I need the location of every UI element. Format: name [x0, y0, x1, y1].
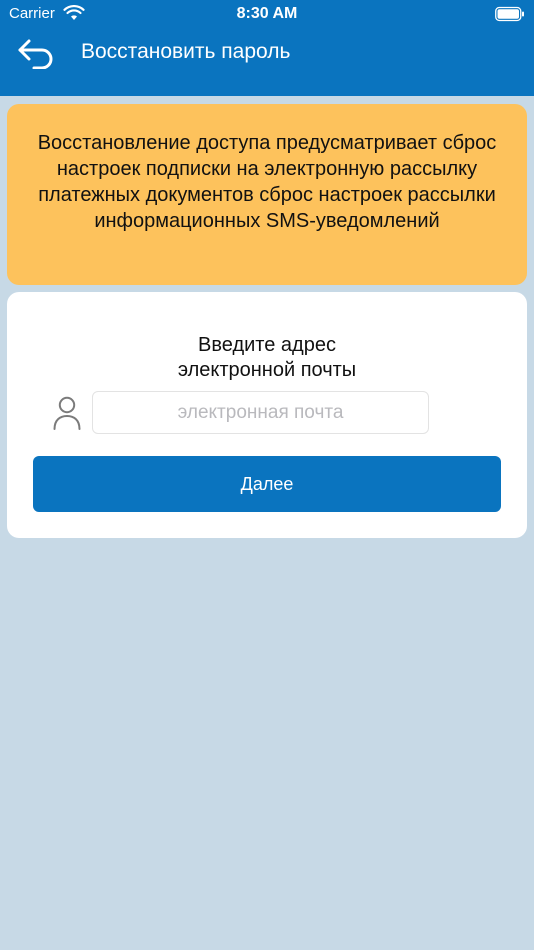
- back-arrow-icon: [18, 39, 53, 69]
- email-input[interactable]: [92, 391, 429, 434]
- prompt-line-2: электронной почты: [177, 359, 357, 381]
- status-bar: Carrier 8:30 AM: [0, 0, 534, 28]
- next-button[interactable]: Далее: [33, 456, 501, 512]
- status-time: 8:30 AM: [236, 5, 298, 22]
- back-button[interactable]: [14, 34, 58, 72]
- recovery-form-card: Введите адрес электронной почты Далее: [7, 292, 527, 538]
- top-bar: Carrier 8:30 AM Восстановить пароль: [0, 0, 534, 96]
- nav-bar: Восстановить пароль: [0, 28, 534, 96]
- user-icon: [53, 396, 81, 430]
- battery-icon: [495, 6, 524, 22]
- prompt-line-1: Введите адрес: [198, 334, 336, 356]
- email-prompt: Введите адрес электронной почты: [7, 333, 527, 383]
- notice-text: Восстановление доступа предусматривает с…: [37, 132, 497, 232]
- page-title: Восстановить пароль: [81, 40, 291, 63]
- info-notice: Восстановление доступа предусматривает с…: [7, 104, 527, 285]
